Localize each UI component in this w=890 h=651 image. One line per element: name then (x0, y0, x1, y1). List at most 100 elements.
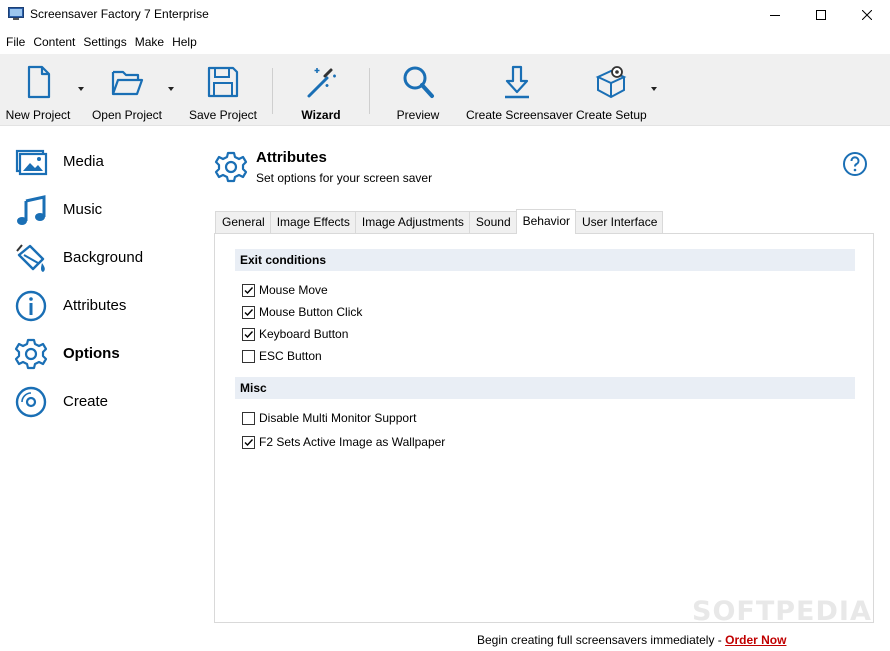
behavior-panel: Exit conditions Mouse Move Mouse Button … (214, 233, 874, 623)
tab-behavior[interactable]: Behavior (515, 209, 576, 234)
sidebar-item-media[interactable]: Media (0, 141, 200, 185)
toolbar: New Project Open Project Save Project Wi… (0, 54, 890, 126)
f2-wallpaper-checkbox-row[interactable]: F2 Sets Active Image as Wallpaper (242, 433, 445, 451)
preview-button[interactable]: Preview (388, 54, 448, 126)
tab-sound[interactable]: Sound (468, 211, 517, 233)
misc-header: Misc (235, 377, 855, 399)
music-icon (17, 195, 46, 225)
disable-multi-monitor-label: Disable Multi Monitor Support (259, 411, 417, 425)
help-icon[interactable] (842, 151, 868, 177)
create-setup-dropdown-arrow-icon[interactable] (651, 87, 657, 91)
tab-bar: General Image Effects Image Adjustments … (215, 209, 664, 234)
tab-user-interface[interactable]: User Interface (575, 211, 664, 233)
close-icon (862, 10, 872, 20)
info-icon (15, 290, 47, 322)
mouse-button-click-label: Mouse Button Click (259, 305, 363, 319)
new-document-icon (27, 65, 51, 99)
checkmark-icon (244, 286, 254, 294)
sidebar-item-label: Create (63, 393, 109, 410)
wizard-label: Wizard (301, 108, 341, 122)
title-bar: Screensaver Factory 7 Enterprise (0, 0, 890, 30)
tab-general[interactable]: General (215, 211, 271, 233)
exit-conditions-header: Exit conditions (235, 249, 855, 271)
mouse-move-checkbox-row[interactable]: Mouse Move (242, 281, 328, 299)
open-project-button[interactable]: Open Project (88, 54, 166, 126)
mouse-move-checkbox[interactable] (242, 283, 255, 297)
f2-wallpaper-label: F2 Sets Active Image as Wallpaper (259, 435, 446, 449)
toolbar-separator (272, 68, 273, 114)
paint-bucket-icon (16, 244, 45, 272)
create-setup-button[interactable]: Create Setup (576, 54, 647, 126)
mouse-button-click-checkbox[interactable] (242, 305, 255, 319)
close-button[interactable] (844, 0, 890, 30)
open-folder-icon (111, 70, 144, 96)
esc-button-label: ESC Button (259, 349, 322, 363)
f2-wallpaper-checkbox[interactable] (242, 435, 255, 449)
order-now-link[interactable]: Order Now (725, 633, 786, 647)
checkmark-icon (244, 308, 254, 316)
checkmark-icon (244, 438, 254, 446)
sidebar: Media Music Background Attributes Option… (0, 127, 200, 627)
window-title: Screensaver Factory 7 Enterprise (30, 7, 209, 21)
softpedia-watermark: SOFTPEDIA (692, 596, 872, 627)
new-project-button[interactable]: New Project (0, 54, 76, 126)
disable-multi-monitor-checkbox[interactable] (242, 411, 255, 425)
sidebar-item-music[interactable]: Music (0, 189, 200, 233)
open-project-label: Open Project (91, 108, 163, 122)
preview-label: Preview (396, 108, 440, 122)
create-screensaver-button[interactable]: Create Screensaver (466, 54, 573, 126)
magic-wand-icon (307, 68, 336, 98)
download-arrow-icon (505, 65, 529, 99)
mouse-move-label: Mouse Move (259, 283, 328, 297)
maximize-icon (816, 10, 826, 20)
gear-icon (14, 338, 48, 370)
menu-file[interactable]: File (2, 30, 29, 54)
attributes-gear-icon (214, 151, 248, 183)
sidebar-item-label: Music (63, 201, 103, 218)
minimize-button[interactable] (752, 0, 798, 30)
sidebar-item-create[interactable]: Create (0, 381, 200, 425)
maximize-button[interactable] (798, 0, 844, 30)
checkmark-icon (244, 330, 254, 338)
page-title: Attributes (256, 149, 327, 166)
keyboard-button-label: Keyboard Button (259, 327, 349, 341)
create-setup-label: Create Setup (576, 108, 647, 122)
toolbar-separator (369, 68, 370, 114)
menu-help[interactable]: Help (168, 30, 201, 54)
disable-multi-monitor-checkbox-row[interactable]: Disable Multi Monitor Support (242, 409, 416, 427)
keyboard-button-checkbox[interactable] (242, 327, 255, 341)
save-project-button[interactable]: Save Project (184, 54, 262, 126)
menu-make[interactable]: Make (131, 30, 168, 54)
esc-button-checkbox[interactable] (242, 349, 255, 363)
sidebar-item-options[interactable]: Options (0, 333, 200, 377)
mouse-button-click-checkbox-row[interactable]: Mouse Button Click (242, 303, 362, 321)
menu-content[interactable]: Content (29, 30, 79, 54)
sidebar-item-label: Media (63, 153, 104, 170)
app-monitor-icon (8, 7, 24, 20)
footer: Begin creating full screensavers immedia… (477, 633, 786, 647)
sidebar-item-label: Options (63, 345, 120, 362)
sidebar-item-label: Attributes (63, 297, 127, 314)
media-icon (15, 149, 48, 176)
sidebar-item-background[interactable]: Background (0, 237, 200, 281)
menu-settings[interactable]: Settings (79, 30, 130, 54)
minimize-icon (770, 15, 780, 16)
tab-image-effects[interactable]: Image Effects (269, 211, 356, 233)
menu-bar: File Content Settings Make Help (0, 30, 890, 54)
new-project-label: New Project (5, 108, 71, 122)
footer-text: Begin creating full screensavers immedia… (477, 633, 726, 647)
save-disk-icon (207, 66, 239, 98)
create-screensaver-label: Create Screensaver (466, 108, 573, 122)
sidebar-item-attributes[interactable]: Attributes (0, 285, 200, 329)
page-subtitle: Set options for your screen saver (256, 171, 433, 185)
tab-image-adjustments[interactable]: Image Adjustments (354, 211, 470, 233)
new-project-dropdown-arrow-icon[interactable] (78, 87, 84, 91)
keyboard-button-checkbox-row[interactable]: Keyboard Button (242, 325, 348, 343)
wizard-button[interactable]: Wizard (290, 54, 352, 126)
sidebar-item-label: Background (63, 249, 144, 266)
magnifier-icon (403, 66, 434, 98)
open-project-dropdown-arrow-icon[interactable] (168, 87, 174, 91)
esc-button-checkbox-row[interactable]: ESC Button (242, 347, 322, 365)
disc-icon (15, 386, 47, 418)
save-project-label: Save Project (188, 108, 258, 122)
